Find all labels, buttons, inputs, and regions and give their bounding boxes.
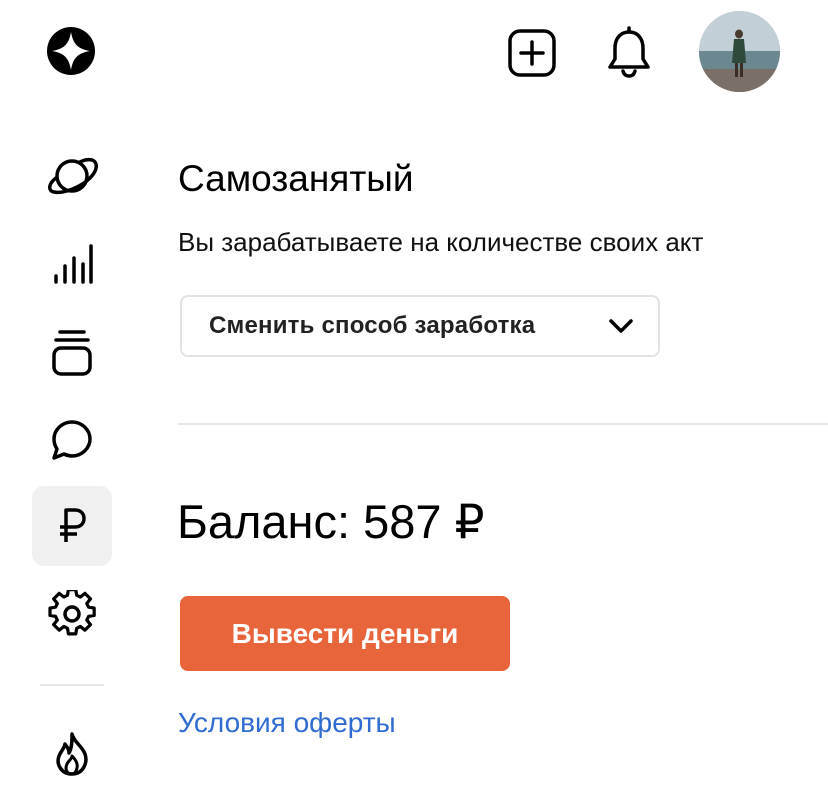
sidebar-item-settings[interactable] — [32, 574, 112, 654]
bell-icon — [608, 26, 650, 78]
withdraw-money-button[interactable]: Вывести деньги — [180, 596, 510, 671]
balance-value: Баланс: 587 ₽ — [177, 495, 485, 548]
sidebar-item-explore[interactable] — [32, 136, 112, 216]
plus-square-icon — [508, 29, 556, 77]
add-button[interactable] — [506, 27, 558, 79]
fire-icon — [56, 732, 88, 776]
page: Самозанятый Вы зарабатываете на количест… — [0, 0, 828, 798]
sidebar-item-monetization[interactable] — [32, 486, 112, 566]
avatar[interactable] — [699, 11, 780, 92]
change-earning-method-label: Сменить способ заработка — [209, 312, 536, 339]
offer-terms-link[interactable]: Условия оферты — [178, 707, 396, 739]
notifications-button[interactable] — [603, 26, 655, 80]
sidebar-divider — [40, 684, 104, 686]
chevron-down-icon — [609, 319, 633, 333]
ruble-icon — [60, 508, 86, 542]
gear-icon — [48, 590, 96, 636]
stack-icon — [52, 330, 92, 376]
sparkle-logo-icon[interactable] — [46, 26, 96, 76]
bar-chart-icon — [54, 244, 93, 284]
chat-bubble-icon — [52, 420, 92, 460]
sidebar-item-comments[interactable] — [32, 400, 112, 480]
planet-icon — [48, 157, 98, 195]
page-title: Самозанятый — [178, 158, 414, 199]
sidebar-item-publications[interactable] — [32, 312, 112, 392]
page-subtitle: Вы зарабатываете на количестве своих акт — [178, 227, 704, 257]
sidebar-item-trending[interactable] — [32, 714, 112, 794]
section-divider — [178, 423, 828, 425]
change-earning-method-button[interactable]: Сменить способ заработка — [180, 295, 660, 357]
avatar-photo — [699, 11, 780, 92]
sidebar-item-stats[interactable] — [32, 224, 112, 304]
